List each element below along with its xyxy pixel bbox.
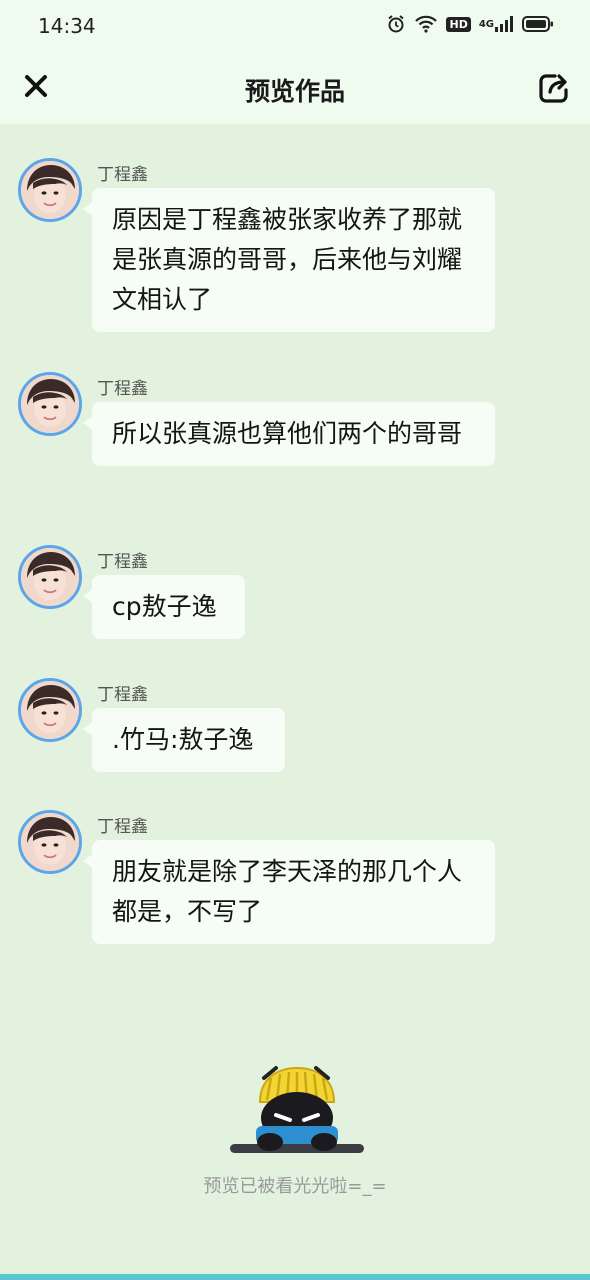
sender-name: 丁程鑫 (97, 379, 148, 399)
avatar[interactable] (18, 810, 82, 874)
avatar[interactable] (18, 678, 82, 742)
message-bubble: .竹马:敖子逸 (83, 708, 285, 772)
avatar[interactable] (18, 372, 82, 436)
avatar[interactable] (18, 158, 82, 222)
sender-name: 丁程鑫 (97, 817, 148, 837)
mascot-illustration (222, 1060, 372, 1160)
sender-name: 丁程鑫 (97, 685, 148, 705)
sender-name: 丁程鑫 (97, 552, 148, 572)
message-bubble: 原因是丁程鑫被张家收养了那就是张真源的哥哥，后来他与刘耀文相认了 (83, 188, 495, 332)
sender-name: 丁程鑫 (97, 165, 148, 185)
signal-icon: 4G (479, 15, 514, 33)
share-icon (539, 74, 568, 103)
bottom-strip (0, 1274, 590, 1280)
message-bubble: 朋友就是除了李天泽的那几个人都是，不写了 (83, 840, 495, 944)
avatar[interactable] (18, 545, 82, 609)
status-icons: HD 4G (386, 14, 554, 34)
hd-badge: HD (446, 16, 471, 32)
page-title: 预览作品 (244, 77, 345, 106)
message-bubble: cp敖子逸 (83, 575, 245, 639)
share-button[interactable] (534, 68, 574, 108)
status-time: 14:34 (38, 14, 96, 38)
status-bar: 14:34 HD 4G (0, 0, 590, 52)
message-bubble: 所以张真源也算他们两个的哥哥 (83, 402, 495, 466)
wifi-icon (414, 14, 438, 34)
alarm-icon (386, 14, 406, 34)
network-type: 4G (478, 18, 494, 30)
top-bar: 预览作品 (0, 52, 590, 124)
battery-icon (522, 15, 554, 33)
footer-text: 预览已被看光光啦=_= (203, 1176, 387, 1197)
